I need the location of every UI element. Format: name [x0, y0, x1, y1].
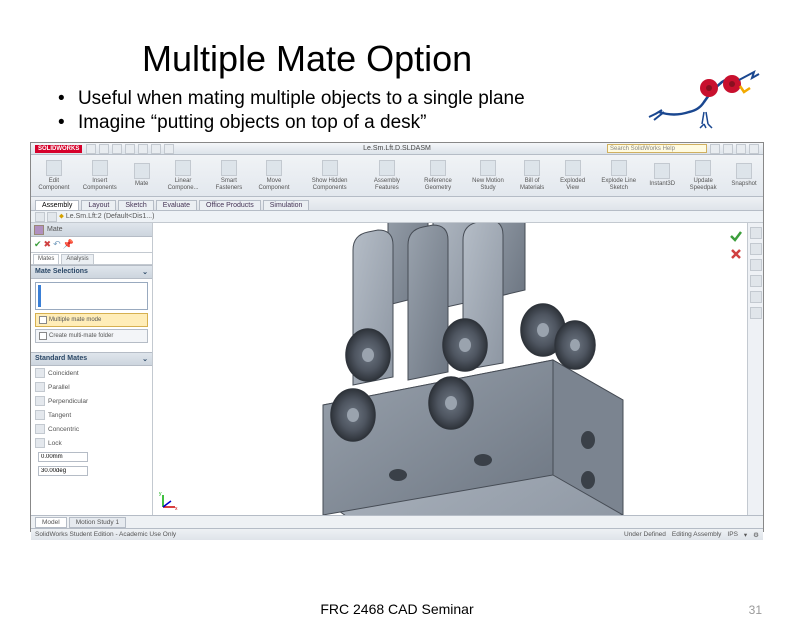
collapse-icon: ⌄	[142, 355, 148, 363]
insert-components-button[interactable]: Insert Components	[76, 157, 124, 195]
svg-text:y: y	[159, 491, 162, 497]
maximize-icon[interactable]	[736, 144, 746, 154]
cancel-icon[interactable]: ✖	[44, 239, 52, 250]
document-header: ⬥ Le.Sm.Lft:2 (Default<Dis1...)	[31, 211, 763, 223]
ribbon-toolbar: Edit Component Insert Components Mate Li…	[31, 155, 763, 197]
mate-selections-section[interactable]: Mate Selections⌄	[31, 265, 152, 279]
slide-number: 31	[749, 603, 762, 617]
constraint-status: Under Defined	[624, 531, 666, 538]
search-input[interactable]: Search SolidWorks Help	[607, 144, 707, 153]
resources-icon[interactable]	[750, 227, 762, 239]
lock-mate[interactable]: Lock	[31, 436, 152, 450]
tab-assembly[interactable]: Assembly	[35, 200, 79, 210]
explode-line-button[interactable]: Explode Line Sketch	[593, 157, 644, 195]
undo-icon[interactable]: ↶	[53, 239, 61, 250]
smart-fasteners-button[interactable]: Smart Fasteners	[208, 157, 251, 195]
instant3d-button[interactable]: Instant3D	[645, 157, 679, 195]
tab-layout[interactable]: Layout	[81, 200, 116, 210]
tree-icon[interactable]	[47, 212, 57, 222]
appearances-icon[interactable]	[750, 291, 762, 303]
svg-text:x: x	[175, 506, 178, 511]
quick-access-toolbar	[86, 144, 174, 154]
close-icon[interactable]	[749, 144, 759, 154]
create-folder-checkbox[interactable]: Create multi-mate folder	[35, 329, 148, 343]
status-icon[interactable]: ⚙	[753, 531, 759, 539]
minimize-icon[interactable]	[723, 144, 733, 154]
triad-icon: y x	[159, 491, 179, 511]
feature-manager-panel: Mate ✔ ✖ ↶ 📌 Mates Analysis Mate Selecti…	[31, 223, 153, 515]
edit-mode: Editing Assembly	[672, 531, 722, 538]
tab-simulation[interactable]: Simulation	[263, 200, 310, 210]
new-icon[interactable]	[86, 144, 96, 154]
options-icon[interactable]	[164, 144, 174, 154]
custom-props-icon[interactable]	[750, 307, 762, 319]
coincident-mate[interactable]: Coincident	[31, 366, 152, 380]
tree-icon[interactable]	[35, 212, 45, 222]
window-title: Le.Sm.Lft.D.SLDASM	[363, 145, 431, 152]
reference-geometry-button[interactable]: Reference Geometry	[412, 157, 464, 195]
motion-study-tab[interactable]: Motion Study 1	[69, 517, 126, 528]
accept-icon[interactable]	[729, 229, 743, 243]
bom-button[interactable]: Bill of Materials	[512, 157, 552, 195]
tab-office-products[interactable]: Office Products	[199, 200, 261, 210]
title-bar: SOLIDWORKS Le.Sm.Lft.D.SLDASM Search Sol…	[31, 143, 763, 155]
distance-field[interactable]	[31, 450, 152, 464]
rebuild-icon[interactable]	[151, 144, 161, 154]
tab-evaluate[interactable]: Evaluate	[156, 200, 197, 210]
assembly-features-button[interactable]: Assembly Features	[363, 157, 411, 195]
mate-selection-list[interactable]	[35, 282, 148, 310]
standard-mates-section[interactable]: Standard Mates⌄	[31, 352, 152, 366]
graphics-viewport[interactable]: y x	[153, 223, 747, 515]
multiple-mate-button[interactable]: Multiple mate mode	[35, 313, 148, 327]
model-tab[interactable]: Model	[35, 517, 67, 528]
solidworks-screenshot: SOLIDWORKS Le.Sm.Lft.D.SLDASM Search Sol…	[30, 142, 764, 532]
perpendicular-mate[interactable]: Perpendicular	[31, 394, 152, 408]
tab-sketch[interactable]: Sketch	[118, 200, 153, 210]
file-explorer-icon[interactable]	[750, 259, 762, 271]
parallel-mate[interactable]: Parallel	[31, 380, 152, 394]
bottom-tab-bar: Model Motion Study 1	[31, 515, 763, 528]
design-library-icon[interactable]	[750, 243, 762, 255]
view-palette-icon[interactable]	[750, 275, 762, 287]
mascot-logo	[644, 62, 764, 132]
motion-study-button[interactable]: New Motion Study	[465, 157, 511, 195]
status-bar: SolidWorks Student Edition - Academic Us…	[31, 528, 763, 540]
move-component-button[interactable]: Move Component	[251, 157, 296, 195]
task-pane	[747, 223, 763, 515]
license-text: SolidWorks Student Edition - Academic Us…	[35, 531, 176, 538]
save-icon[interactable]	[112, 144, 122, 154]
footer-text: FRC 2468 CAD Seminar	[320, 601, 473, 617]
collapse-icon: ⌄	[142, 268, 148, 276]
tangent-mate[interactable]: Tangent	[31, 408, 152, 422]
command-tabs: Assembly Layout Sketch Evaluate Office P…	[31, 197, 763, 211]
units: IPS	[727, 531, 737, 538]
snapshot-button[interactable]: Snapshot	[727, 157, 761, 195]
solidworks-logo: SOLIDWORKS	[35, 145, 82, 153]
mate-button[interactable]: Mate	[125, 157, 159, 195]
pushpin-icon[interactable]: 📌	[63, 239, 74, 250]
show-hidden-button[interactable]: Show Hidden Components	[298, 157, 362, 195]
mates-tab[interactable]: Mates	[33, 254, 59, 264]
angle-field[interactable]	[31, 464, 152, 478]
edit-component-button[interactable]: Edit Component	[33, 157, 75, 195]
print-icon[interactable]	[125, 144, 135, 154]
reject-icon[interactable]	[729, 247, 743, 261]
linear-pattern-button[interactable]: Linear Compone...	[160, 157, 207, 195]
mate-panel-header: Mate	[31, 223, 152, 237]
ok-icon[interactable]: ✔	[34, 239, 42, 250]
mate-icon	[34, 225, 44, 235]
exploded-view-button[interactable]: Exploded View	[553, 157, 592, 195]
undo-icon[interactable]	[138, 144, 148, 154]
concentric-mate[interactable]: Concentric	[31, 422, 152, 436]
cad-model	[233, 223, 663, 515]
open-icon[interactable]	[99, 144, 109, 154]
analysis-tab[interactable]: Analysis	[61, 254, 93, 264]
doc-name: Le.Sm.Lft:2 (Default<Dis1...)	[66, 213, 155, 220]
help-icon[interactable]	[710, 144, 720, 154]
speedpak-button[interactable]: Update Speedpak	[680, 157, 726, 195]
